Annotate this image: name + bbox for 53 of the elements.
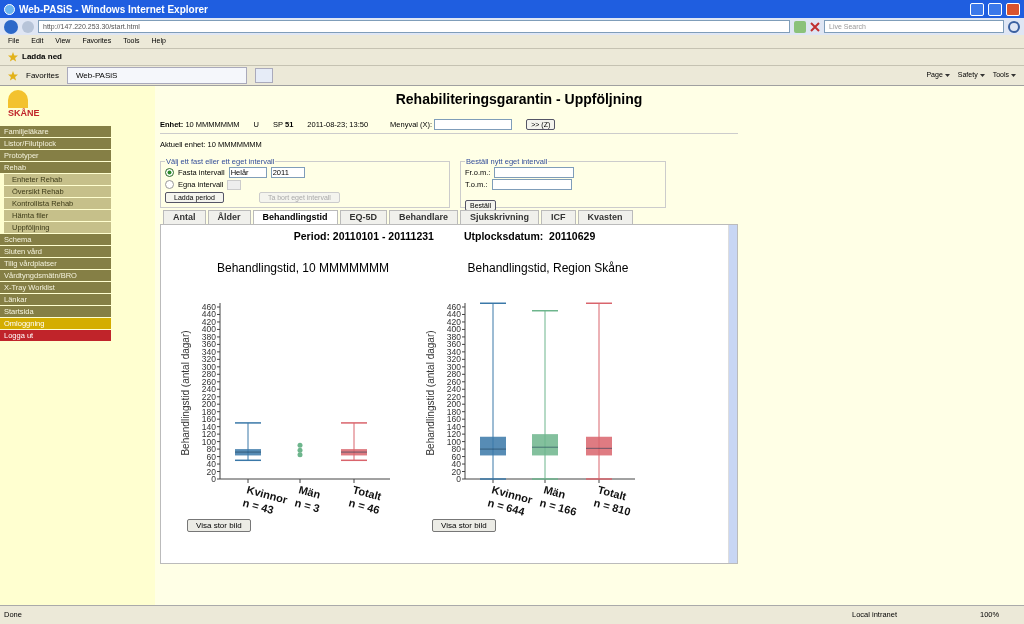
close-icon[interactable] xyxy=(810,21,820,32)
logo-icon xyxy=(8,90,28,108)
y-axis-label: Behandlingstid (antal dagar) xyxy=(180,330,191,456)
links-bar-item[interactable]: Ladda ned xyxy=(22,51,62,63)
tab[interactable]: ICF xyxy=(541,209,576,224)
box-plot-drawing xyxy=(340,422,368,462)
tab[interactable]: Ålder xyxy=(207,209,251,224)
page-title: Rehabiliteringsgarantin - Uppföljning xyxy=(394,90,644,109)
new-tab-button[interactable] xyxy=(254,68,273,83)
y-axis-label: Behandlingstid (antal dagar) xyxy=(425,330,436,456)
to-date-field[interactable] xyxy=(491,179,572,191)
browser-tab[interactable]: Web-PASiS xyxy=(66,67,247,84)
back-button[interactable] xyxy=(4,19,18,34)
minimize-button[interactable] xyxy=(970,2,984,16)
browser-icon xyxy=(4,3,15,15)
tab[interactable]: Kvasten xyxy=(577,209,633,224)
category-label: Män xyxy=(297,483,322,501)
y-tick-label: 0 xyxy=(456,474,461,485)
logo-text: SKÅNE xyxy=(8,108,41,118)
radio-button[interactable] xyxy=(165,168,174,178)
caret-icon xyxy=(979,73,985,78)
star-icon[interactable] xyxy=(8,70,18,81)
show-large-image-button[interactable]: Visa stor bild xyxy=(187,519,251,533)
y-tick-label: 220 xyxy=(201,392,216,402)
radio-button[interactable] xyxy=(165,180,174,190)
tab[interactable]: Behandlare xyxy=(389,209,459,224)
caret-icon xyxy=(1011,73,1016,78)
interval-select[interactable] xyxy=(227,179,242,190)
chart-title: Behandlingstid, 10 MMMMMMM xyxy=(216,260,390,278)
data-points-drawing xyxy=(297,443,303,458)
category-label: Män xyxy=(542,483,567,501)
period-text: Period: 20110101 - 20111231 xyxy=(293,228,434,244)
scrollbar[interactable] xyxy=(728,224,737,563)
tab[interactable]: EQ-5D xyxy=(339,209,388,224)
tab[interactable]: Behandlingstid xyxy=(252,209,338,224)
chart-title: Behandlingstid, Region Skåne xyxy=(467,260,629,278)
window-title: Web-PASiS - Windows Internet Explorer xyxy=(19,2,209,17)
from-date-field[interactable] xyxy=(494,167,575,179)
star-icon[interactable] xyxy=(8,52,18,62)
y-tick-label: 220 xyxy=(446,392,461,402)
y-tick-label: 0 xyxy=(211,474,216,485)
forward-button[interactable] xyxy=(22,20,34,33)
tab[interactable]: Sjukskrivning xyxy=(460,209,540,224)
box-plot-drawing xyxy=(234,422,262,462)
menu-select[interactable] xyxy=(434,119,513,131)
search-icon[interactable] xyxy=(1008,20,1020,33)
show-large-image-button[interactable]: Visa stor bild xyxy=(432,519,496,533)
extract-date-text: Utplocksdatum: 20110629 xyxy=(463,228,596,244)
caret-icon xyxy=(944,73,950,78)
favorites-button[interactable]: Favorites xyxy=(26,69,59,82)
tab[interactable]: Antal xyxy=(163,209,206,224)
maximize-button[interactable] xyxy=(988,2,1002,16)
close-button[interactable] xyxy=(1006,2,1020,16)
